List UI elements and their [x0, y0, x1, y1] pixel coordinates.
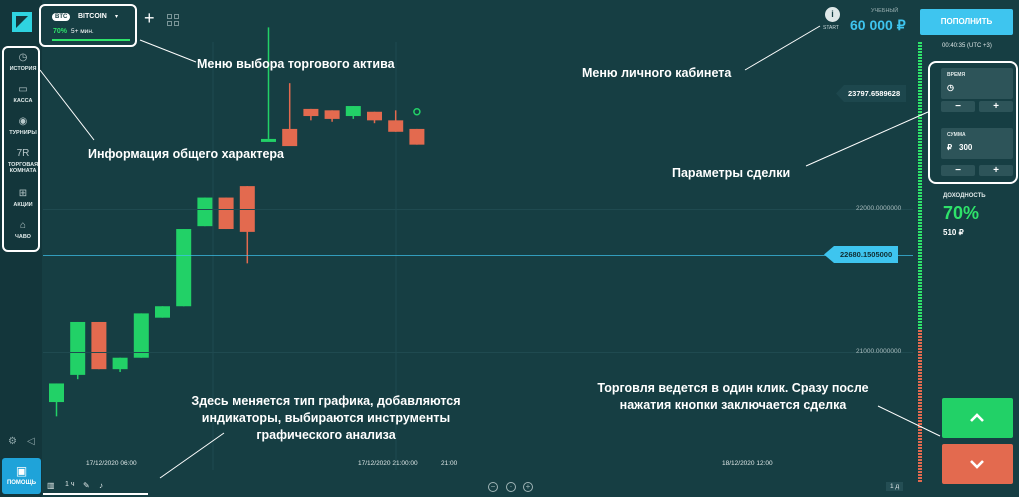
annotation-lines — [39, 25, 941, 479]
annotation-one-click: Торговля ведется в один клик. Сразу посл… — [597, 381, 869, 412]
annotation-chart-tools: Здесь меняется тип графика, добавляются … — [191, 394, 461, 442]
annotation-asset-menu: Меню выбора торгового актива — [197, 57, 395, 71]
annotation-general-info: Информация общего характера — [88, 147, 284, 161]
annotation-trade-params: Параметры сделки — [672, 166, 791, 180]
annotation-account-menu: Меню личного кабинета — [582, 66, 732, 80]
